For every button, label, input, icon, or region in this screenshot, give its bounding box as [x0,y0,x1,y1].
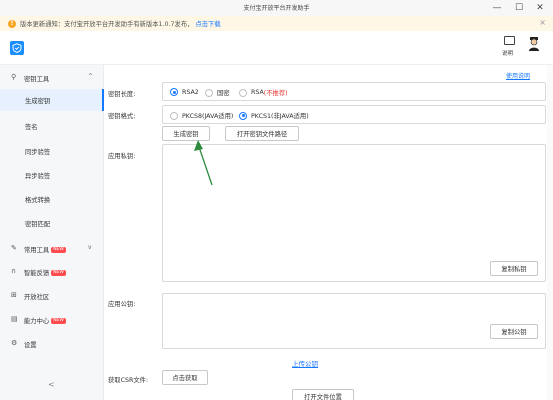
sidebar-item-key-match[interactable]: 密钥匹配 [0,212,104,234]
section-label: 设置 [24,342,37,349]
sidebar-item-async-verify[interactable]: 异步验签 [0,164,104,186]
capability-icon: ▤ [11,315,18,323]
radio-dot [170,111,178,120]
upload-public-key-link[interactable]: 上传公钥 [292,358,318,368]
annotation-arrow-icon [194,140,213,186]
key-length-label: 密钥长度: [108,91,136,98]
radio-label: RSA2 [182,88,199,96]
sidebar-item-label: 异步验签 [25,173,51,180]
doc-button[interactable]: 说明 [502,36,516,57]
key-icon: ⚲ [11,73,17,81]
radio-guomi[interactable]: 国密 [205,88,230,97]
open-key-folder-button[interactable]: 打开密钥文件路径 [225,126,299,141]
close-notice-icon[interactable]: × [539,18,546,27]
scrollbar[interactable] [547,65,553,400]
maximize-button[interactable]: ☐ [513,2,525,13]
sidebar-item-label: 生成密钥 [25,98,51,105]
radio-dot [239,111,247,120]
radio-rsa2[interactable]: RSA2 [170,88,199,96]
usage-link[interactable]: 使用说明 [506,71,530,80]
grid-icon: ⊞ [11,291,17,299]
radio-pkcs8[interactable]: PKCS8(JAVA适用) [170,111,233,120]
new-badge: NEW [51,247,66,253]
section-text: 智能反馈 [24,270,50,277]
collapse-sidebar-icon[interactable]: < [48,380,55,389]
section-label: 能力中心 NEW [24,316,66,325]
radio-dot [239,88,247,97]
sidebar-item-community[interactable]: ⊞ 开放社区 [0,289,104,303]
app-window: 支付宝开放平台开发助手 — ☐ ✕ ! 版本更新通知：支付宝开放平台开发助手有新… [0,0,553,400]
radio-rsa[interactable]: RSA (不推荐) [239,88,288,97]
user-avatar-icon [529,37,539,51]
new-badge: NEW [51,270,66,276]
new-badge: NEW [51,318,66,324]
radio-label: 国密 [217,90,230,97]
copy-public-key-button[interactable]: 复制公钥 [490,324,538,339]
main-content: 使用说明 密钥长度: RSA2 国密 RSA (不推荐) 密钥格式: PKCS8 [104,65,553,400]
download-link[interactable]: 点击下载 [195,19,220,28]
warning-icon: ! [8,19,16,28]
chevron-up-icon: ^ [88,73,94,80]
sidebar-item-label: 格式转换 [25,197,51,204]
avatar[interactable] [527,36,541,52]
radio-label: RSA [251,89,264,96]
sidebar-item-settings[interactable]: ⚙ 设置 [0,337,104,351]
section-label: 常用工具 NEW [24,245,66,254]
section-label: 智能反馈 NEW [24,268,66,277]
wrench-icon: ✎ [11,244,17,252]
app-header: 说明 [0,31,553,65]
copy-private-key-button[interactable]: 复制私钥 [490,261,538,276]
sidebar-item-sign[interactable]: 签名 [0,115,104,137]
radio-label: PKCS1(非JAVA适用) [251,113,309,120]
minimize-button[interactable]: — [491,2,503,13]
sidebar-item-capability-center[interactable]: ▤ 能力中心 NEW [0,313,104,327]
title-bar: 支付宝开放平台开发助手 — ☐ ✕ [0,0,553,16]
open-file-location-button[interactable]: 打开文件位置 [292,389,354,400]
app-logo-icon [10,41,24,55]
gear-icon: ⚙ [11,339,18,347]
sidebar-item-sync-verify[interactable]: 同步验签 [0,140,104,162]
section-label: 开放社区 [24,294,50,301]
radio-dot [170,88,178,96]
sidebar-item-feedback[interactable]: ∩ 智能反馈 NEW [0,265,104,279]
sidebar-item-label: 密钥匹配 [25,221,51,228]
shield-icon [12,43,22,53]
radio-pkcs1[interactable]: PKCS1(非JAVA适用) [239,111,309,120]
key-format-group: PKCS8(JAVA适用) PKCS1(非JAVA适用) [162,105,546,124]
csr-label: 获取CSR文件: [108,377,149,384]
get-csr-button[interactable]: 点击获取 [162,370,208,385]
public-key-label: 应用公钥: [108,301,136,308]
sidebar-item-generate-key[interactable]: 生成密钥 [0,89,104,111]
chevron-down-icon: v [88,244,92,251]
sidebar-section-common-tools[interactable]: ✎ 常用工具 NEW v [0,242,104,256]
section-text: 能力中心 [24,318,50,325]
headset-icon: ∩ [11,267,17,275]
sidebar-item-label: 签名 [25,124,38,131]
key-length-group: RSA2 国密 RSA (不推荐) [162,82,546,101]
private-key-label: 应用私钥: [108,153,136,160]
section-text: 常用工具 [24,247,50,254]
public-key-textarea[interactable] [162,293,546,349]
section-label: 密钥工具 [24,76,50,83]
window-title: 支付宝开放平台开发助手 [243,5,310,12]
update-notice: ! 版本更新通知：支付宝开放平台开发助手有新版本1.0.7发布， 点击下载 × [0,16,553,31]
radio-dot [205,88,213,97]
doc-icon [503,36,515,45]
close-window-button[interactable]: ✕ [534,2,546,13]
notice-text: 版本更新通知：支付宝开放平台开发助手有新版本1.0.7发布， [20,21,194,28]
radio-label: PKCS8(JAVA适用) [182,113,234,120]
sidebar-section-key-tools[interactable]: ⚲ 密钥工具 ^ [0,71,104,85]
sidebar-item-label: 同步验签 [25,149,51,156]
doc-label: 说明 [502,51,514,57]
not-recommended-note: (不推荐) [263,90,288,97]
key-format-label: 密钥格式: [108,113,136,120]
sidebar: ⚲ 密钥工具 ^ 生成密钥 签名 同步验签 异步验签 格式转换 密钥匹配 ✎ 常… [0,65,104,400]
sidebar-item-format-convert[interactable]: 格式转换 [0,188,104,210]
